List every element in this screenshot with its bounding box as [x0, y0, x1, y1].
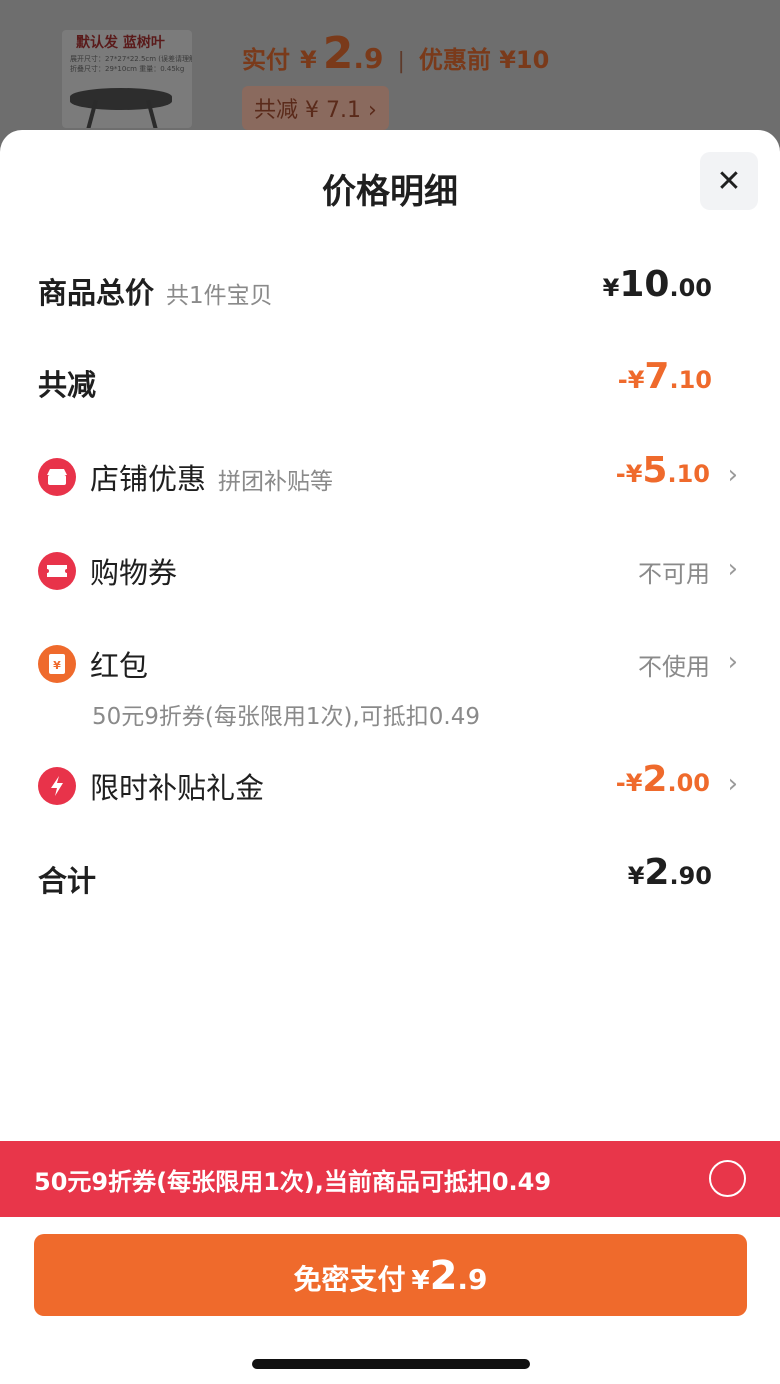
red-packet-note: 50元9折券(每张限用1次),可抵扣0.49 — [92, 704, 481, 730]
store-icon — [38, 458, 76, 496]
stool-image — [70, 88, 172, 110]
sheet-title: 价格明细 — [322, 172, 458, 212]
home-indicator[interactable] — [252, 1359, 530, 1369]
row-value: -¥ 7 .10 — [617, 356, 712, 397]
row-total-price: 商品总价 共1件宝贝 ¥ 10 .00 — [38, 262, 738, 322]
row-label: 共减 — [38, 368, 97, 402]
row-sub: 共1件宝贝 — [166, 283, 273, 309]
row-value: -¥ 5 .10 — [615, 450, 710, 491]
before-price: 优惠前 ¥10 — [418, 46, 550, 74]
row-value: ¥ 10 .00 — [602, 264, 712, 305]
row-label: 限时补贴礼金 — [90, 771, 265, 805]
background-price: 实付 ¥ 2 .9 | 优惠前 ¥10 — [242, 28, 549, 79]
pay-button-int: 2 — [429, 1253, 458, 1299]
row-shopping-coupon[interactable]: 购物券 不可用 › — [38, 542, 738, 602]
row-label: 合计 — [38, 864, 97, 898]
close-button[interactable]: ✕ — [700, 152, 758, 210]
row-value: 不可用 — [638, 560, 710, 588]
chevron-right-icon: › — [727, 769, 738, 799]
row-label: 购物券 — [90, 556, 178, 590]
coupon-radio[interactable] — [709, 1160, 746, 1197]
pay-button-yen: ¥ — [411, 1266, 430, 1296]
chevron-right-icon: › — [727, 554, 738, 584]
chevron-right-icon: › — [727, 647, 738, 677]
product-thumbnail-title: 默认发 蓝树叶 — [76, 35, 165, 51]
row-label: 店铺优惠 — [90, 462, 207, 496]
row-value: ¥ 2 .90 — [627, 852, 712, 893]
row-value: 不使用 — [638, 653, 710, 681]
row-sub: 拼团补贴等 — [218, 469, 334, 495]
pay-button[interactable]: 免密支付 ¥ 2 .9 — [34, 1234, 747, 1316]
row-value: -¥ 2 .00 — [615, 759, 710, 800]
svg-text:¥: ¥ — [53, 659, 61, 672]
product-thumbnail: 默认发 蓝树叶 展开尺寸：27*27*22.5cm (误差请理解) 折叠尺寸：2… — [62, 30, 192, 128]
pay-int: 2 — [322, 28, 354, 79]
chevron-right-icon: › — [727, 460, 738, 490]
pay-button-label: 免密支付 — [293, 1263, 406, 1296]
row-red-packet[interactable]: ¥ 红包 不使用 › 50元9折券(每张限用1次),可抵扣0.49 — [38, 635, 738, 735]
product-spec-line: 折叠尺寸：29*10cm 重量：0.45kg — [70, 65, 185, 73]
product-spec-line: 展开尺寸：27*27*22.5cm (误差请理解) — [70, 55, 192, 63]
discount-badge: 共减 ¥ 7.1 › — [242, 86, 389, 130]
pay-button-dec: .9 — [457, 1263, 488, 1296]
coupon-banner-text: 50元9折券(每张限用1次),当前商品可抵扣0.49 — [34, 1167, 552, 1196]
lightning-icon — [38, 767, 76, 805]
row-sum: 合计 ¥ 2 .90 — [38, 850, 738, 910]
separator: | — [397, 49, 405, 74]
pay-yen: ¥ — [300, 46, 317, 74]
row-label: 红包 — [90, 649, 149, 683]
pay-label: 实付 — [242, 46, 290, 74]
row-shop-discount[interactable]: 店铺优惠 拼团补贴等 -¥ 5 .10 › — [38, 448, 738, 508]
ticket-icon — [38, 552, 76, 590]
row-label: 商品总价 — [38, 276, 155, 310]
close-icon: ✕ — [716, 163, 742, 199]
red-envelope-icon: ¥ — [38, 645, 76, 683]
row-total-reduce: 共减 -¥ 7 .10 — [38, 354, 738, 414]
row-limited-subsidy[interactable]: 限时补贴礼金 -¥ 2 .00 › — [38, 757, 738, 817]
pay-dec: .9 — [353, 42, 384, 75]
coupon-banner[interactable]: 50元9折券(每张限用1次),当前商品可抵扣0.49 — [0, 1141, 780, 1217]
